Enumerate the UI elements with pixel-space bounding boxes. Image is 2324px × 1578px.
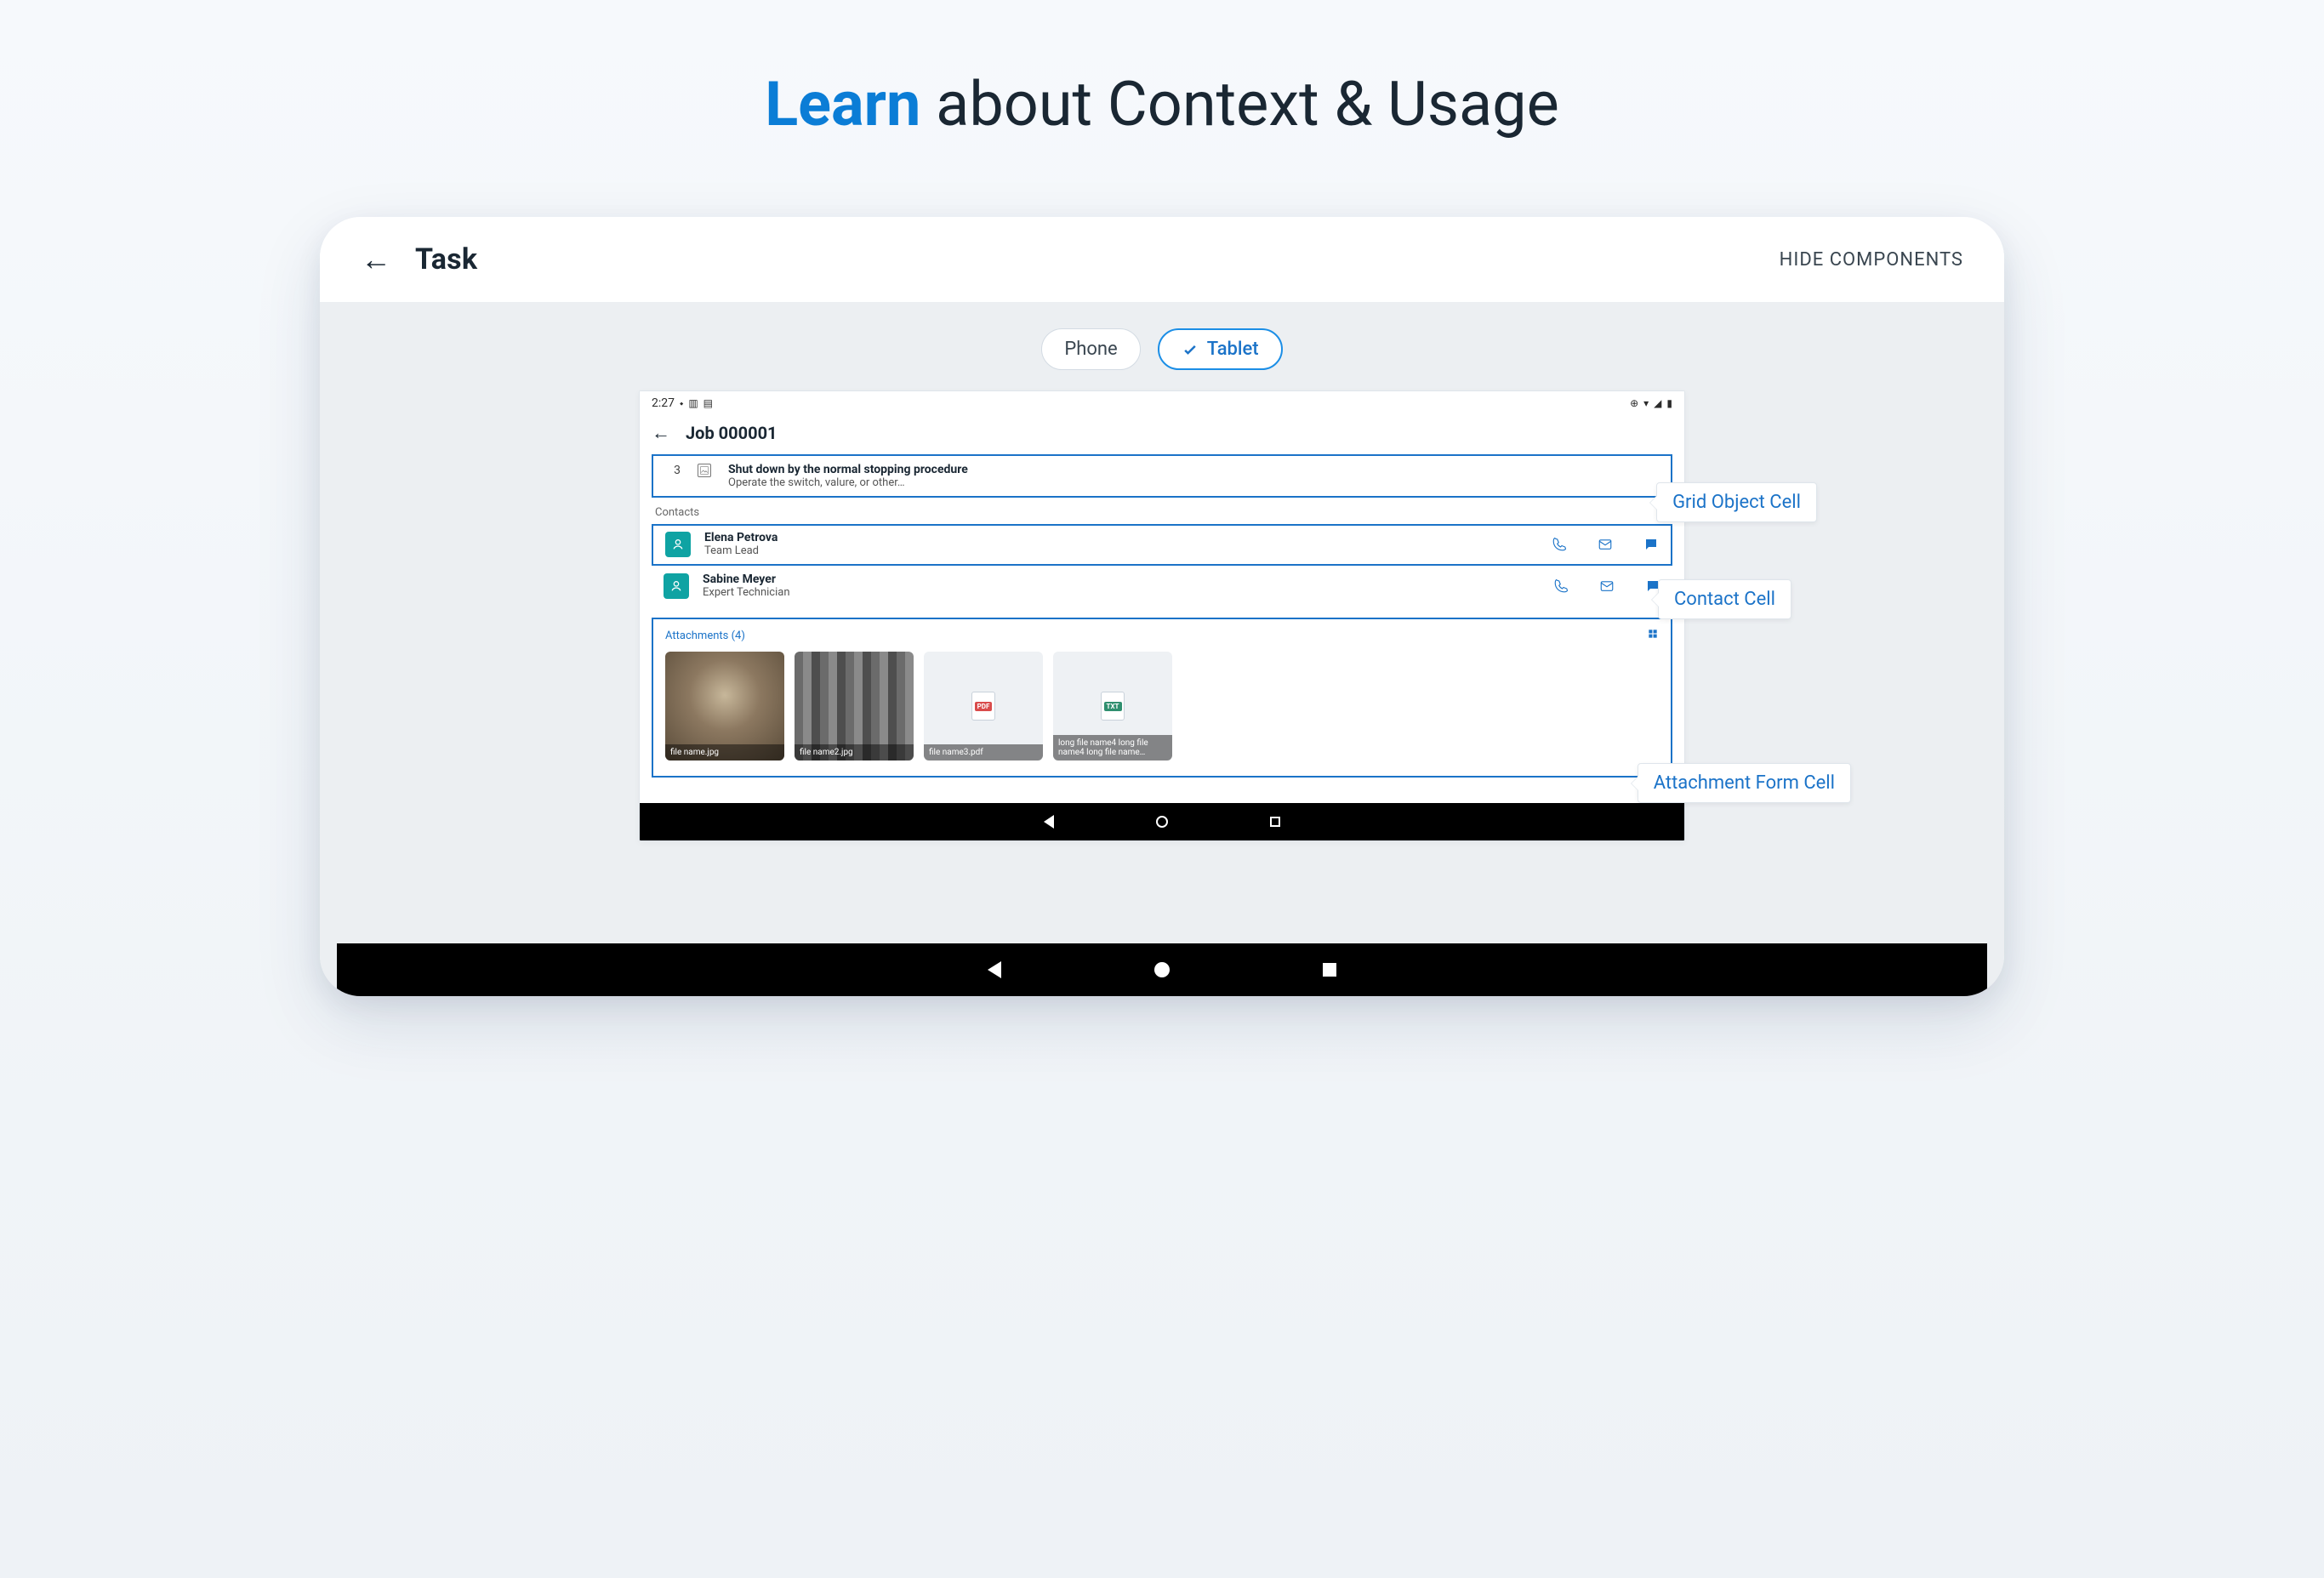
attachment-thumb[interactable]: TXT long file name4 long file name4 long… bbox=[1053, 652, 1172, 761]
hide-components-button[interactable]: HIDE COMPONENTS bbox=[1780, 249, 1963, 271]
page-heading: Learn about Context & Usage bbox=[765, 68, 1559, 140]
attachments-label: Attachments (4) bbox=[665, 629, 745, 642]
location-icon: ⬩ bbox=[680, 397, 683, 410]
inner-screen-title: Job 000001 bbox=[686, 423, 778, 443]
chat-icon[interactable] bbox=[1643, 537, 1659, 552]
person-icon bbox=[671, 538, 685, 551]
page-heading-rest: about Context & Usage bbox=[920, 68, 1558, 140]
check-icon bbox=[1182, 341, 1199, 358]
callout-label: Grid Object Cell bbox=[1672, 492, 1801, 513]
inner-device-frame: 2:27 ⬩ ▥ ▤ ⊕ ▾ ◢ ▮ ← Job 000001 bbox=[639, 390, 1685, 841]
nav-recent-icon[interactable] bbox=[1270, 817, 1280, 827]
attachment-caption: file name2.jpg bbox=[795, 744, 914, 761]
battery-icon: ▮ bbox=[1666, 397, 1672, 409]
grid-cell-title: Shut down by the normal stopping procedu… bbox=[728, 463, 968, 476]
grid-object-cell[interactable]: 3 Shut down by the normal stopping proce… bbox=[652, 454, 1672, 498]
bt-icon: ⊕ bbox=[1630, 397, 1638, 409]
inner-status-left: 2:27 ⬩ ▥ ▤ bbox=[652, 396, 713, 410]
contact-actions bbox=[1552, 537, 1659, 552]
image-icon bbox=[700, 466, 709, 475]
inner-status-right: ⊕ ▾ ◢ ▮ bbox=[1630, 397, 1672, 409]
app-bar: ← Task HIDE COMPONENTS bbox=[320, 217, 2004, 303]
contact-avatar-icon bbox=[664, 573, 689, 599]
add-attachment-icon[interactable] bbox=[1647, 628, 1659, 643]
file-icon: PDF bbox=[971, 692, 995, 721]
contact-cell-2[interactable]: Sabine Meyer Expert Technician bbox=[652, 567, 1672, 606]
grid-cell-subtitle: Operate the switch, valure, or other… bbox=[728, 476, 968, 489]
attachment-thumb[interactable]: PDF file name3.pdf bbox=[924, 652, 1043, 761]
segment-tablet-label: Tablet bbox=[1207, 339, 1259, 360]
outer-nav-bar bbox=[337, 943, 1987, 996]
nav-back-icon[interactable] bbox=[988, 961, 1001, 978]
nav-recent-icon[interactable] bbox=[1323, 963, 1336, 977]
attachments-header: Attachments (4) bbox=[665, 628, 1659, 643]
mail-icon[interactable] bbox=[1599, 578, 1615, 594]
outer-tablet-frame: ← Task HIDE COMPONENTS Phone Tablet 2:27 bbox=[320, 217, 2004, 996]
contacts-section-label: Contacts bbox=[640, 506, 1684, 524]
contact-cell[interactable]: Elena Petrova Team Lead bbox=[652, 524, 1672, 566]
phone-icon[interactable] bbox=[1553, 578, 1569, 594]
grid-cell-index: 3 bbox=[665, 463, 681, 477]
nav-home-icon[interactable] bbox=[1154, 962, 1170, 977]
inner-status-time: 2:27 bbox=[652, 396, 675, 410]
calendar-icon: ▥ bbox=[688, 397, 698, 409]
contact-text: Elena Petrova Team Lead bbox=[704, 531, 778, 557]
app-icon: ▤ bbox=[703, 397, 713, 409]
grid-cell-text: Shut down by the normal stopping procedu… bbox=[728, 463, 968, 489]
callout-contact-cell: Contact Cell bbox=[1658, 579, 1791, 619]
wifi-icon: ▾ bbox=[1643, 397, 1649, 409]
file-badge: PDF bbox=[975, 702, 993, 711]
nav-home-icon[interactable] bbox=[1156, 816, 1168, 828]
app-bar-title: Task bbox=[415, 242, 477, 276]
file-icon: TXT bbox=[1101, 692, 1125, 721]
segment-phone[interactable]: Phone bbox=[1041, 328, 1140, 370]
attachment-form-cell: Attachments (4) file name.jpg file name2… bbox=[652, 618, 1672, 778]
app-bar-left: ← Task bbox=[361, 242, 477, 276]
back-arrow-icon[interactable]: ← bbox=[361, 244, 391, 275]
preview-stage: 2:27 ⬩ ▥ ▤ ⊕ ▾ ◢ ▮ ← Job 000001 bbox=[498, 390, 1826, 943]
file-badge: TXT bbox=[1104, 702, 1122, 711]
image-placeholder-icon bbox=[698, 464, 711, 477]
inner-back-arrow-icon[interactable]: ← bbox=[652, 422, 670, 444]
mail-icon[interactable] bbox=[1598, 537, 1613, 552]
attachment-thumb[interactable]: file name.jpg bbox=[665, 652, 784, 761]
device-segmented-control: Phone Tablet bbox=[1041, 328, 1282, 370]
nav-back-icon[interactable] bbox=[1044, 815, 1054, 829]
callout-attachment-form-cell: Attachment Form Cell bbox=[1638, 763, 1851, 803]
contact-text: Sabine Meyer Expert Technician bbox=[703, 573, 790, 599]
contact-role: Team Lead bbox=[704, 544, 778, 557]
inner-status-bar: 2:27 ⬩ ▥ ▤ ⊕ ▾ ◢ ▮ bbox=[640, 391, 1684, 413]
contact-actions bbox=[1553, 578, 1660, 594]
page-heading-accent: Learn bbox=[765, 68, 920, 140]
segment-phone-label: Phone bbox=[1064, 339, 1117, 360]
callout-label: Attachment Form Cell bbox=[1654, 772, 1835, 794]
callout-label: Contact Cell bbox=[1674, 589, 1775, 610]
contact-name: Sabine Meyer bbox=[703, 573, 790, 586]
phone-icon[interactable] bbox=[1552, 537, 1567, 552]
signal-icon: ◢ bbox=[1654, 397, 1661, 409]
segment-tablet[interactable]: Tablet bbox=[1158, 328, 1283, 370]
contact-name: Elena Petrova bbox=[704, 531, 778, 544]
attachments-grid: file name.jpg file name2.jpg PDF file na… bbox=[665, 652, 1659, 761]
callout-grid-object-cell: Grid Object Cell bbox=[1656, 482, 1817, 522]
attachment-caption: file name3.pdf bbox=[924, 744, 1043, 761]
attachment-caption: long file name4 long file name4 long fil… bbox=[1053, 735, 1172, 761]
person-icon bbox=[669, 579, 683, 593]
inner-title-bar: ← Job 000001 bbox=[640, 413, 1684, 454]
attachment-caption: file name.jpg bbox=[665, 744, 784, 761]
attachment-thumb[interactable]: file name2.jpg bbox=[795, 652, 914, 761]
outer-tablet-body: Phone Tablet 2:27 ⬩ ▥ ▤ ⊕ bbox=[320, 303, 2004, 996]
grid-object-cell-row: 3 Shut down by the normal stopping proce… bbox=[653, 456, 1671, 496]
contact-role: Expert Technician bbox=[703, 586, 790, 599]
inner-nav-bar bbox=[640, 803, 1684, 840]
contact-avatar-icon bbox=[665, 532, 691, 557]
